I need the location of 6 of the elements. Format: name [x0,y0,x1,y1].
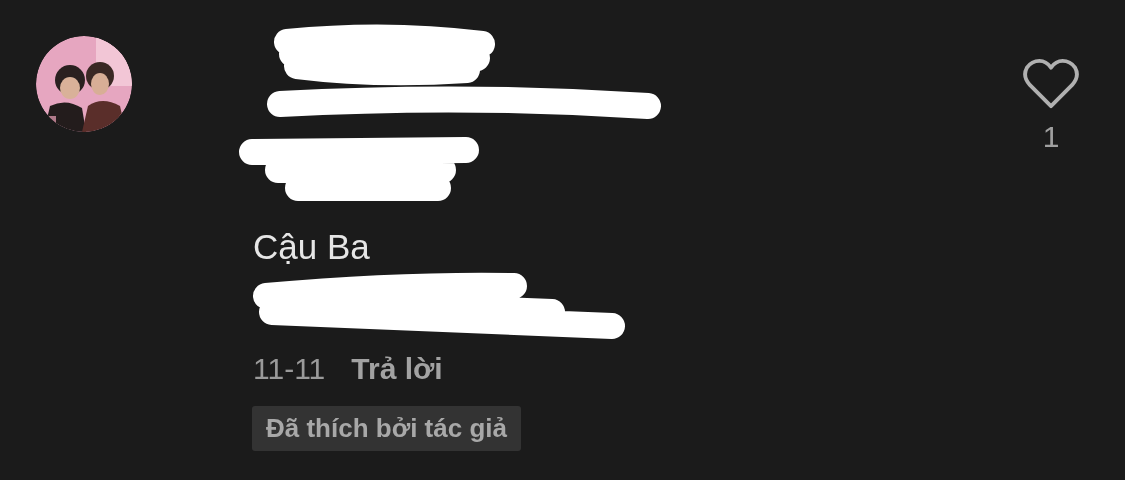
comment-text: Cậu Ba [253,226,370,268]
author-liked-badge: Đã thích bởi tác giả [252,406,521,451]
heart-icon[interactable] [1022,58,1080,110]
like-count: 1 [1042,120,1060,154]
reply-link[interactable]: Trả lời [351,352,443,386]
comment-date: 11-11 [253,352,326,386]
